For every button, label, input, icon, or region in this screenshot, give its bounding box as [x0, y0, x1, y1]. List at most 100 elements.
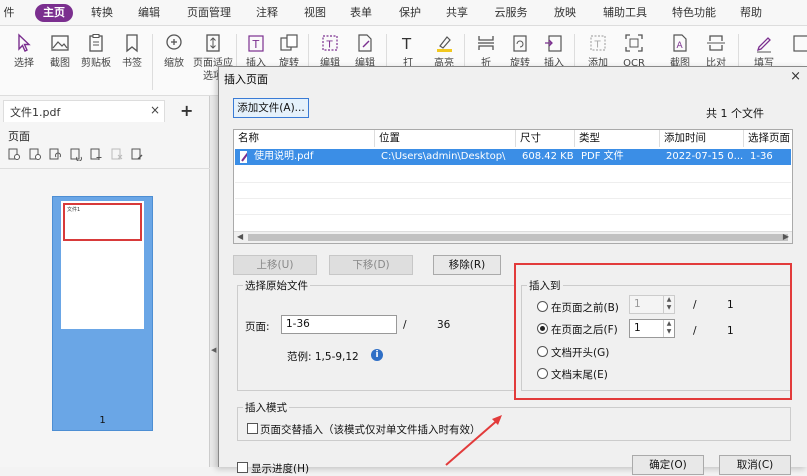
- row-line: [235, 198, 791, 199]
- left-panel: 文件1.pdf × + 页面 文件1 1: [0, 96, 210, 467]
- menu-file[interactable]: 件: [0, 4, 18, 22]
- menu-page-management[interactable]: 页面管理: [183, 4, 235, 22]
- menu-cloud[interactable]: 云服务: [491, 4, 531, 22]
- column-header-type[interactable]: 类型: [575, 130, 660, 147]
- menu-edit[interactable]: 编辑: [135, 4, 163, 22]
- properties-thumb-icon[interactable]: [131, 148, 144, 161]
- cell-added: 2022-07-15 0...: [666, 151, 744, 162]
- add-tab-icon[interactable]: +: [180, 101, 193, 120]
- menu-view[interactable]: 视图: [301, 4, 329, 22]
- menu-features[interactable]: 特色功能: [668, 4, 720, 22]
- highlighter-icon: [437, 36, 452, 52]
- rotate-icon: [513, 35, 527, 52]
- menu-home[interactable]: 主页: [35, 4, 73, 22]
- screenshot-button[interactable]: 截图: [44, 32, 76, 94]
- menu-protect[interactable]: 保护: [396, 4, 424, 22]
- column-header-name[interactable]: 名称: [234, 130, 375, 147]
- bookmark-button[interactable]: 书签: [116, 32, 148, 94]
- column-header-pages[interactable]: 选择页面: [744, 130, 792, 147]
- total-pages: 36: [437, 319, 451, 331]
- menu-share[interactable]: 共享: [443, 4, 471, 22]
- menu-help[interactable]: 帮助: [737, 4, 765, 22]
- file-count: 共 1 个文件: [706, 107, 764, 120]
- zoom-icon: [166, 34, 182, 50]
- page-number: 1: [99, 415, 106, 426]
- svg-text:A: A: [677, 41, 684, 51]
- ocr-icon: [625, 34, 643, 52]
- ok-button[interactable]: 确定(O): [632, 455, 704, 475]
- insert-thumb-icon[interactable]: [90, 148, 103, 161]
- move-up-button[interactable]: 上移(U): [233, 255, 317, 275]
- row-line: [235, 214, 791, 215]
- svg-text:T: T: [594, 40, 602, 51]
- menu-slideshow[interactable]: 放映: [551, 4, 579, 22]
- add-file-button[interactable]: 添加文件(A)...: [233, 98, 309, 118]
- select-tool-button[interactable]: 选择: [8, 32, 40, 94]
- menu-annotate[interactable]: 注释: [253, 4, 281, 22]
- compare-icon: [707, 35, 725, 51]
- insert-mode-label: 插入模式: [243, 400, 289, 415]
- file-table: 名称 位置 尺寸 类型 添加时间 选择页面 使用说明.pdf C:\Users\…: [233, 129, 793, 244]
- source-group: [237, 285, 515, 391]
- dialog-title: 插入页面: [224, 73, 268, 86]
- rotate-thumb-icon[interactable]: [49, 148, 62, 161]
- scroll-right-icon[interactable]: ▶: [783, 232, 789, 241]
- zoom-in-thumb-icon[interactable]: [29, 148, 42, 161]
- close-icon[interactable]: ×: [150, 103, 160, 117]
- image-icon: [51, 35, 69, 51]
- scroll-left-icon[interactable]: ◀: [237, 232, 243, 241]
- divider: [0, 168, 210, 169]
- bookmark-label: 书签: [122, 58, 142, 69]
- clipboard-icon: [89, 34, 103, 52]
- menu-accessibility[interactable]: 辅助工具: [599, 4, 651, 22]
- pdf-file-icon: [237, 149, 247, 165]
- pages-input[interactable]: 1-36: [281, 315, 397, 334]
- table-row[interactable]: 使用说明.pdf C:\Users\admin\Desktop\ 608.42 …: [235, 149, 791, 165]
- cursor-icon: [18, 33, 31, 52]
- column-header-added[interactable]: 添加时间: [660, 130, 744, 147]
- screenshot-label: 截图: [50, 58, 70, 69]
- file-tab[interactable]: 文件1.pdf ×: [3, 100, 165, 122]
- scrollbar-thumb[interactable]: [248, 234, 788, 241]
- column-header-location[interactable]: 位置: [375, 130, 516, 147]
- doc-icon: [793, 35, 807, 52]
- column-header-size[interactable]: 尺寸: [516, 130, 575, 147]
- typewriter-icon: T: [401, 35, 412, 53]
- ribbon-separator: [152, 34, 153, 90]
- source-group-label: 选择原始文件: [243, 278, 310, 293]
- menu-bar: 件 主页 转换 编辑 页面管理 注释 视图 表单 保护 共享 云服务 放映 辅助…: [0, 0, 807, 26]
- page-thumbnail[interactable]: 文件1 1: [52, 196, 153, 431]
- delete-thumb-icon[interactable]: [111, 148, 124, 161]
- split-icon: [478, 36, 494, 50]
- info-icon[interactable]: i: [371, 349, 383, 361]
- rotate-ccw-thumb-icon[interactable]: [70, 148, 83, 162]
- clipboard-button[interactable]: 剪贴板: [80, 32, 112, 94]
- cell-pages: 1-36: [750, 151, 773, 162]
- file-tab-label: 文件1.pdf: [10, 106, 61, 119]
- show-progress-label[interactable]: 显示进度(H): [251, 461, 309, 476]
- select-label: 选择: [14, 58, 34, 69]
- cancel-button[interactable]: 取消(C): [719, 455, 791, 475]
- move-down-button[interactable]: 下移(D): [329, 255, 413, 275]
- cell-name: 使用说明.pdf: [254, 151, 314, 162]
- highlight-box: [514, 263, 792, 400]
- show-progress-checkbox[interactable]: [237, 462, 248, 473]
- panel-splitter[interactable]: ◀: [210, 96, 218, 467]
- clipboard-label: 剪贴板: [81, 58, 111, 69]
- zoom-out-thumb-icon[interactable]: [8, 148, 21, 161]
- remove-button[interactable]: 移除(R): [433, 255, 501, 275]
- thumbnail-toolbar: [8, 148, 148, 164]
- svg-text:T: T: [252, 38, 260, 51]
- horizontal-scrollbar[interactable]: ◀ ▶: [234, 231, 792, 243]
- zoom-label: 缩放: [164, 58, 184, 69]
- menu-form[interactable]: 表单: [347, 4, 375, 22]
- cell-size: 608.42 KB: [522, 151, 574, 162]
- alternate-insert-checkbox[interactable]: [247, 423, 258, 434]
- zoom-button[interactable]: 缩放: [158, 32, 190, 94]
- edit-object-icon: [358, 34, 372, 52]
- capture-icon: A: [673, 34, 687, 52]
- menu-convert[interactable]: 转换: [88, 4, 116, 22]
- collapse-arrow-icon[interactable]: ◀: [211, 346, 216, 354]
- close-icon[interactable]: ×: [790, 69, 801, 84]
- pages-label: 页面:: [245, 321, 270, 333]
